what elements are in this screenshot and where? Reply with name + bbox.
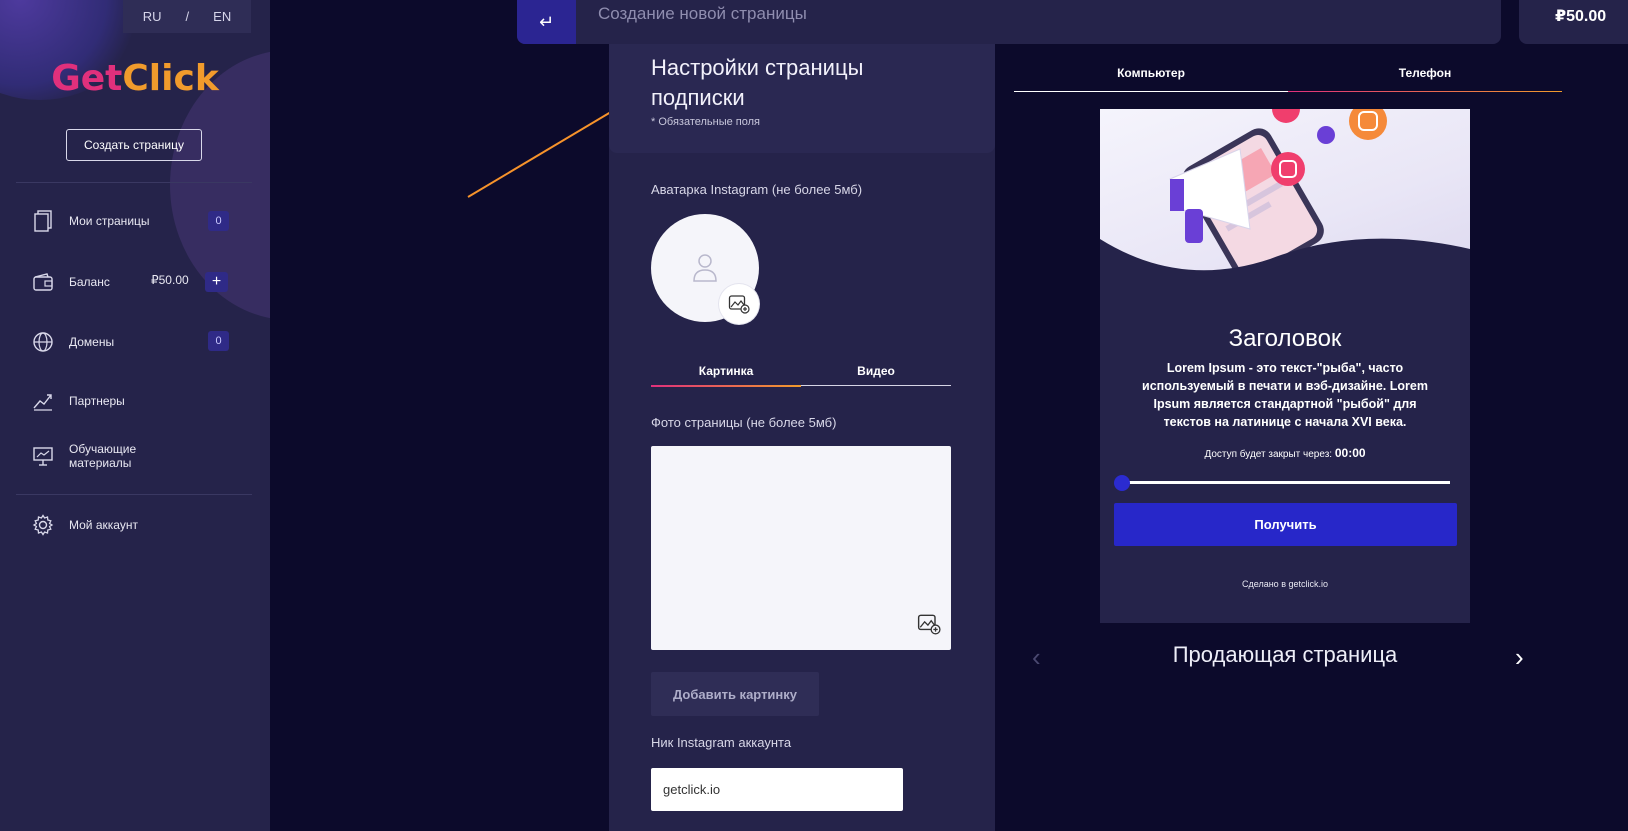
timer-slider-knob[interactable] bbox=[1114, 475, 1130, 491]
instagram-nick-input[interactable]: getclick.io bbox=[651, 768, 903, 811]
lang-separator: / bbox=[185, 9, 190, 24]
pages-icon bbox=[32, 210, 54, 232]
carousel-prev-icon[interactable]: ‹ bbox=[1032, 642, 1041, 673]
tab-desktop[interactable]: Компьютер bbox=[1014, 66, 1288, 91]
active-tab-indicator bbox=[651, 385, 801, 387]
sidebar-item-account[interactable]: Мой аккаунт bbox=[32, 514, 232, 536]
sidebar-divider bbox=[16, 494, 252, 495]
photo-label: Фото страницы (не более 5мб) bbox=[651, 415, 837, 430]
globe-icon bbox=[32, 331, 54, 353]
tab-picture[interactable]: Картинка bbox=[651, 364, 801, 385]
presentation-icon bbox=[32, 445, 54, 467]
active-tab-indicator bbox=[1014, 91, 1288, 92]
back-button[interactable]: ↵ bbox=[517, 0, 576, 44]
lang-en[interactable]: EN bbox=[213, 9, 231, 24]
sidebar-item-label: Обучающие материалы bbox=[69, 442, 137, 470]
sidebar: RU / EN GetClick Создать страницу Мои ст… bbox=[0, 0, 270, 831]
photo-upload-area[interactable] bbox=[651, 446, 951, 650]
megaphone-phone-illustration bbox=[1100, 109, 1470, 287]
sidebar-item-label: Баланс bbox=[69, 275, 110, 289]
carousel-next-icon[interactable]: › bbox=[1515, 642, 1524, 673]
add-picture-button[interactable]: Добавить картинку bbox=[651, 672, 819, 716]
avatar-upload-button[interactable] bbox=[719, 284, 759, 324]
gear-icon bbox=[32, 514, 54, 536]
timer-label: Доступ будет закрыт через: bbox=[1204, 449, 1333, 460]
required-note: * Обязательные поля bbox=[651, 116, 761, 128]
user-icon bbox=[693, 254, 717, 282]
language-switcher: RU / EN bbox=[123, 0, 251, 33]
image-add-icon bbox=[728, 295, 750, 314]
timer-value: 00:00 bbox=[1334, 446, 1366, 460]
add-balance-button[interactable]: + bbox=[205, 272, 228, 292]
avatar-label: Аватарка Instagram (не более 5мб) bbox=[651, 182, 863, 197]
sidebar-item-my-pages[interactable]: Мои страницы bbox=[32, 210, 232, 232]
logo[interactable]: GetClick bbox=[0, 58, 270, 99]
sidebar-item-label: Партнеры bbox=[69, 394, 125, 408]
sidebar-item-label: Мои страницы bbox=[69, 214, 150, 228]
return-icon: ↵ bbox=[538, 11, 555, 32]
page-preview: Заголовок Lorem Ipsum - это текст-"рыба"… bbox=[1100, 109, 1470, 623]
preview-tabs: Компьютер Телефон bbox=[1014, 66, 1562, 92]
form-panel: Настройки страницы подписки * Обязательн… bbox=[609, 44, 995, 831]
wallet-icon bbox=[32, 271, 54, 293]
form-title: Настройки страницы подписки bbox=[651, 55, 864, 110]
timer-slider-track bbox=[1122, 481, 1450, 484]
preview-timer: Доступ будет закрыт через: 00:00 bbox=[1100, 446, 1470, 460]
tab-gradient-line bbox=[1288, 91, 1562, 92]
preview-text: Lorem Ipsum - это текст-"рыба", часто ис… bbox=[1142, 361, 1428, 429]
balance-value: ₽50.00 bbox=[151, 273, 189, 287]
form-header: Настройки страницы подписки * Обязательн… bbox=[609, 44, 995, 153]
preview-heading: Заголовок bbox=[1228, 325, 1342, 352]
carousel-title: Продающая страница bbox=[1172, 642, 1398, 667]
sidebar-item-domains[interactable]: Домены bbox=[32, 331, 232, 353]
sidebar-item-label: Мой аккаунт bbox=[69, 518, 138, 532]
tab-video[interactable]: Видео bbox=[801, 364, 951, 385]
lang-ru[interactable]: RU bbox=[143, 9, 162, 24]
logo-part-click: Click bbox=[122, 58, 219, 99]
chart-icon bbox=[32, 390, 54, 412]
sidebar-item-partners[interactable]: Партнеры bbox=[32, 390, 232, 412]
get-button[interactable]: Получить bbox=[1114, 503, 1457, 546]
hero-image bbox=[1100, 109, 1470, 287]
page-title: Создание новой страницы bbox=[598, 4, 807, 23]
tab-phone[interactable]: Телефон bbox=[1288, 66, 1562, 91]
nick-label: Ник Instagram аккаунта bbox=[651, 735, 792, 750]
media-tabs: Картинка Видео bbox=[651, 364, 951, 387]
top-bar: ↵ Создание новой страницы bbox=[517, 0, 1501, 44]
sidebar-item-label: Домены bbox=[69, 335, 115, 349]
sidebar-item-balance[interactable]: Баланс bbox=[32, 271, 232, 293]
logo-part-get: Get bbox=[51, 58, 123, 99]
pages-count-badge: 0 bbox=[208, 211, 229, 231]
sidebar-divider bbox=[16, 182, 252, 183]
image-add-icon[interactable] bbox=[917, 613, 941, 640]
domains-count-badge: 0 bbox=[208, 331, 229, 351]
create-page-button[interactable]: Создать страницу bbox=[66, 129, 202, 161]
made-in-label: Сделано в getclick.io bbox=[1242, 579, 1328, 589]
sidebar-item-learning[interactable]: Обучающие материалы bbox=[32, 442, 232, 470]
header-balance: ₽50.00 bbox=[1519, 0, 1628, 44]
